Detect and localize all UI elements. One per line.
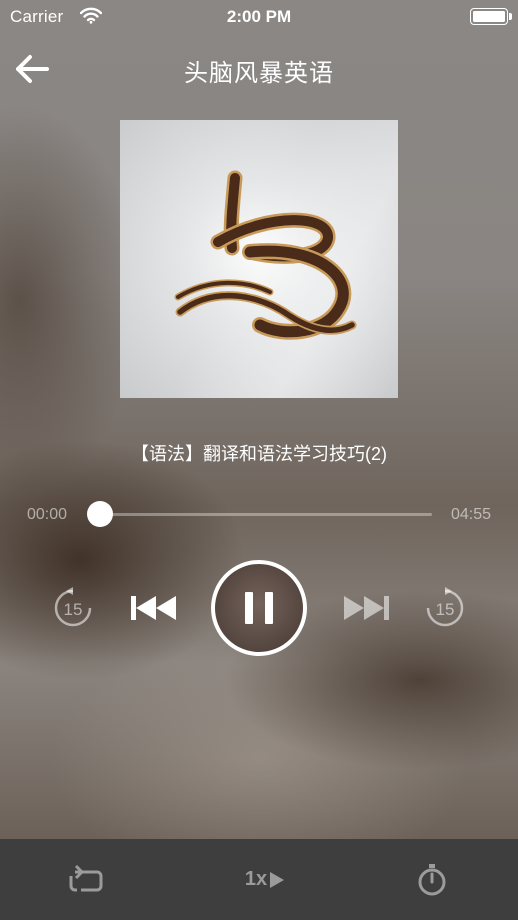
- bottom-toolbar: 1x: [0, 839, 518, 920]
- skip-back-15-button[interactable]: 15: [51, 586, 95, 630]
- album-artwork: [120, 120, 398, 398]
- next-icon: [344, 596, 389, 620]
- battery-tip: [509, 13, 512, 20]
- logo-image: [174, 170, 357, 340]
- skip-forward-15-button[interactable]: 15: [423, 586, 467, 630]
- next-track-button[interactable]: [340, 590, 392, 626]
- sleep-timer-button[interactable]: [406, 839, 458, 920]
- page-title: 头脑风暴英语: [184, 60, 334, 87]
- previous-icon: [131, 596, 176, 620]
- status-bar: Carrier 2:00 PM: [0, 0, 518, 34]
- previous-track-button[interactable]: [128, 590, 180, 626]
- track-title: 【语法】翻译和语法学习技巧(2): [131, 444, 387, 464]
- rewind-15-icon: 15: [54, 587, 92, 627]
- speed-label: 1x: [244, 868, 268, 890]
- forward-15-icon: 15: [426, 587, 464, 627]
- clock: 2:00 PM: [226, 7, 292, 26]
- pause-button[interactable]: [211, 560, 307, 656]
- repeat-button[interactable]: [60, 839, 112, 920]
- stopwatch-icon: [418, 863, 446, 895]
- repeat-icon: [69, 864, 103, 891]
- pause-icon: [245, 592, 273, 624]
- playback-speed-button[interactable]: 1x: [235, 839, 295, 920]
- svg-text:15: 15: [436, 600, 455, 619]
- progress-knob[interactable]: [87, 501, 113, 527]
- duration: 04:55: [450, 506, 491, 523]
- battery-icon: [470, 8, 508, 25]
- svg-text:15: 15: [64, 600, 83, 619]
- progress-track[interactable]: [100, 513, 432, 516]
- play-triangle-icon: [270, 871, 285, 888]
- current-time: 00:00: [27, 506, 68, 523]
